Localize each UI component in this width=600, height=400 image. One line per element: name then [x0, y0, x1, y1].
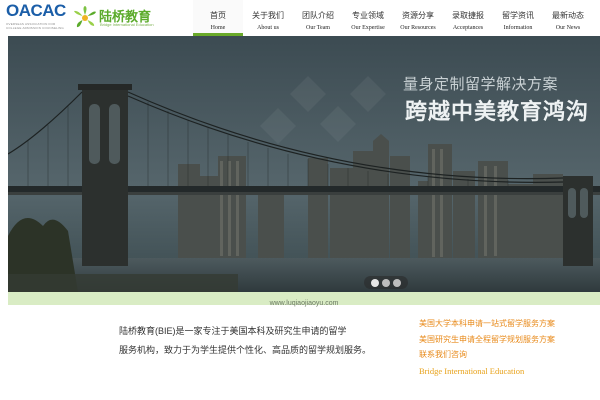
- nav-item-label-en: Acceptances: [452, 25, 484, 31]
- slide-dot-3[interactable]: [393, 278, 401, 287]
- link-undergrad-service[interactable]: 美国大学本科申请一站式留学服务方案: [419, 316, 589, 332]
- link-graduate-service[interactable]: 美国研究生申请全程留学规划服务方案: [419, 332, 589, 348]
- site-header: OACAC OVERSEAS ASSOCIATION FOR COLLEGE A…: [0, 0, 600, 36]
- oacac-logo[interactable]: OACAC OVERSEAS ASSOCIATION FOR COLLEGE A…: [6, 2, 68, 34]
- nav-item-information[interactable]: 留学资讯 Information: [493, 0, 543, 36]
- nav-item-label-cn: 专业领域: [352, 11, 384, 20]
- oacac-logo-subtitle: OVERSEAS ASSOCIATION FOR COLLEGE ADMISSI…: [6, 22, 64, 30]
- nav-item-expertise[interactable]: 专业领域 Our Expertise: [343, 0, 393, 36]
- site-url[interactable]: www.luqiaojiaoyu.com: [270, 300, 339, 307]
- nav-item-team[interactable]: 团队介绍 Our Team: [293, 0, 343, 36]
- slide-dot-1[interactable]: [371, 278, 379, 287]
- service-links: 美国大学本科申请一站式留学服务方案 美国研究生申请全程留学规划服务方案 联系我们…: [419, 316, 589, 376]
- nav-item-label-cn: 首页: [210, 11, 226, 20]
- nav-item-acceptances[interactable]: 录取捷报 Acceptances: [443, 0, 493, 36]
- nav-item-label-en: Home: [210, 25, 226, 31]
- luqiao-logo-subtitle: Bridge International Education: [100, 22, 154, 27]
- hero-banner[interactable]: 量身定制留学解决方案 跨越中美教育鸿沟: [8, 36, 600, 292]
- nav-item-label-en: Our Team: [306, 25, 330, 31]
- hero-title: 跨越中美教育鸿沟: [405, 99, 590, 124]
- company-english-name: Bridge International Education: [419, 365, 525, 376]
- intro-line-2: 服务机构，致力于为学生提供个性化、高品质的留学规划服务。: [119, 345, 372, 355]
- nav-item-label-en: About us: [257, 25, 279, 31]
- nav-item-resources[interactable]: 资源分享 Our Resources: [393, 0, 443, 36]
- nav-item-home[interactable]: 首页 Home: [193, 0, 243, 36]
- nav-item-news[interactable]: 最新动态 Our News: [543, 0, 593, 36]
- url-bar: www.luqiaojiaoyu.com: [8, 292, 600, 307]
- oacac-logo-text: OACAC: [6, 1, 66, 20]
- leaf-logo-icon: [74, 6, 96, 28]
- nav-item-label-cn: 资源分享: [402, 11, 434, 20]
- nav-item-label-cn: 录取捷报: [452, 11, 484, 20]
- slide-dot-2[interactable]: [382, 278, 390, 287]
- intro-line-1: 陆桥教育(BIE)是一家专注于美国本科及研究生申请的留学: [119, 326, 347, 336]
- link-contact[interactable]: 联系我们咨询: [419, 347, 589, 363]
- nav-item-about[interactable]: 关于我们 About us: [243, 0, 293, 36]
- nav-item-label-cn: 团队介绍: [302, 11, 334, 20]
- hero-subtitle: 量身定制留学解决方案: [403, 76, 559, 93]
- nav-item-label-en: Our Resources: [400, 25, 436, 31]
- nav-item-label-cn: 留学资讯: [502, 11, 534, 20]
- main-nav: 首页 Home 关于我们 About us 团队介绍 Our Team 专业领域…: [193, 0, 593, 36]
- luqiao-logo[interactable]: 陆桥教育 Bridge International Education: [72, 3, 182, 33]
- nav-item-label-cn: 最新动态: [552, 11, 584, 20]
- nav-item-label-en: Our Expertise: [351, 25, 385, 31]
- nav-item-label-en: Our News: [555, 25, 581, 31]
- nav-item-label-en: Information: [503, 25, 533, 31]
- nav-item-label-cn: 关于我们: [252, 11, 284, 20]
- slide-indicator: [364, 276, 408, 289]
- intro-text: 陆桥教育(BIE)是一家专注于美国本科及研究生申请的留学 服务机构，致力于为学生…: [119, 322, 409, 360]
